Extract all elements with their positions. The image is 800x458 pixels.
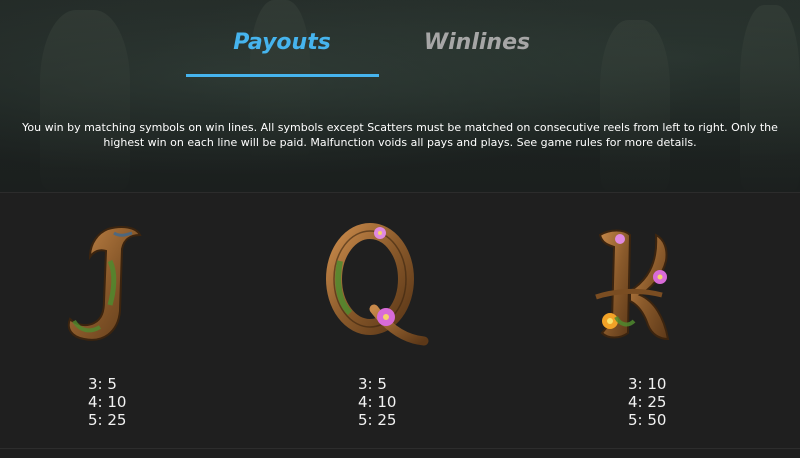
symbol-card-q: 3: 5 4: 10 5: 25: [270, 193, 470, 458]
tab-payouts[interactable]: Payouts: [185, 26, 379, 78]
pay-value: 25: [647, 393, 667, 411]
pay-value: 50: [647, 411, 667, 429]
letter-k-wood-symbol-icon: [595, 229, 670, 341]
tab-bar: Payouts Winlines: [0, 26, 800, 81]
pay-count: 3:: [628, 375, 643, 393]
active-tab-indicator: [186, 74, 379, 77]
payout-list: 3: 5 4: 10 5: 25: [88, 375, 126, 429]
letter-j-wood-symbol-icon: [67, 226, 142, 341]
pay-value: 5: [107, 375, 117, 393]
payout-list: 3: 5 4: 10 5: 25: [358, 375, 396, 429]
rules-text: You win by matching symbols on win lines…: [22, 121, 778, 149]
pay-count: 5:: [358, 411, 373, 429]
payout-list: 3: 10 4: 25 5: 50: [628, 375, 666, 429]
pay-count: 4:: [88, 393, 103, 411]
pay-count: 4:: [628, 393, 643, 411]
tab-winlines[interactable]: Winlines: [380, 26, 574, 78]
divider: [0, 448, 800, 449]
pay-value: 25: [377, 411, 397, 429]
paytable: 3: 5 4: 10 5: 25 3: 5 4: 10 5: 25 3: 10 …: [0, 193, 800, 458]
pay-value: 10: [377, 393, 397, 411]
pay-value: 10: [647, 375, 667, 393]
pay-value: 10: [107, 393, 127, 411]
pay-count: 3:: [358, 375, 373, 393]
letter-q-wood-symbol-icon: [326, 223, 429, 346]
header-background: Payouts Winlines You win by matching sym…: [0, 0, 800, 193]
pay-value: 5: [377, 375, 387, 393]
pay-value: 25: [107, 411, 127, 429]
symbol-card-k: 3: 10 4: 25 5: 50: [540, 193, 740, 458]
symbol-card-j: 3: 5 4: 10 5: 25: [0, 193, 200, 458]
pay-count: 5:: [88, 411, 103, 429]
pay-count: 5:: [628, 411, 643, 429]
pay-count: 4:: [358, 393, 373, 411]
pay-count: 3:: [88, 375, 103, 393]
